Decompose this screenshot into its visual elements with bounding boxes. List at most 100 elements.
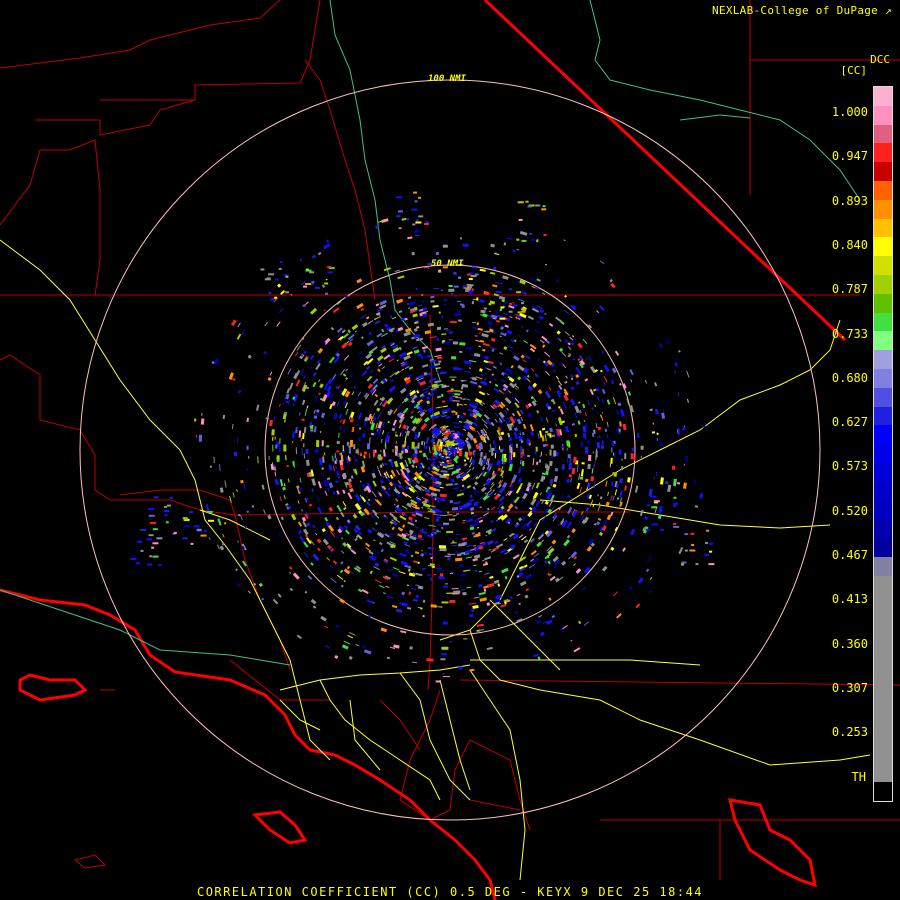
echo-cell — [686, 370, 690, 378]
echo-cell — [611, 481, 614, 486]
echo-cell — [330, 422, 332, 425]
echo-cell — [325, 278, 328, 281]
echo-cell — [312, 372, 317, 377]
echo-cell — [705, 541, 708, 544]
echo-cell — [440, 514, 448, 516]
echo-cell — [200, 418, 205, 425]
echo-cell — [339, 569, 344, 574]
echo-cell — [269, 371, 273, 376]
echo-cell — [380, 347, 387, 354]
echo-cell — [421, 530, 428, 534]
echo-cell — [459, 489, 463, 492]
echo-cell — [463, 428, 467, 432]
echo-cell — [575, 568, 582, 574]
echo-cell — [681, 561, 687, 564]
echo-cell — [342, 489, 346, 494]
echo-cell — [410, 410, 415, 415]
echo-cell — [585, 446, 589, 454]
echo-cell — [500, 371, 506, 376]
echo-cell — [476, 322, 480, 326]
echo-cell — [499, 352, 504, 355]
echo-cell — [312, 553, 320, 561]
echo-cell — [537, 389, 543, 395]
echo-cell — [651, 431, 656, 434]
echo-cell — [150, 521, 156, 524]
echo-cell — [574, 412, 578, 419]
echo-cell — [656, 437, 658, 441]
credit-link[interactable]: NEXLAB-College of DuPage ↗ — [712, 4, 892, 17]
color-scale-swatch — [874, 256, 892, 275]
echo-cell — [348, 655, 353, 660]
echo-cell — [423, 441, 426, 446]
echo-cell — [208, 519, 214, 522]
echo-cell — [421, 506, 424, 509]
echo-cell — [516, 291, 522, 294]
echo-cell — [261, 597, 265, 601]
echo-cell — [336, 441, 340, 445]
echo-cell — [461, 484, 465, 488]
echo-cell — [279, 496, 282, 502]
echo-cell — [587, 463, 591, 470]
echo-cell — [353, 456, 356, 459]
echo-cell — [468, 602, 476, 605]
echo-cell — [336, 490, 340, 495]
echo-cell — [571, 528, 576, 534]
echo-cell — [343, 580, 346, 583]
echo-cell — [193, 525, 200, 528]
echo-cell — [451, 292, 454, 295]
echo-cell — [361, 370, 368, 377]
echo-cell — [278, 532, 281, 537]
color-scale-swatch — [874, 613, 892, 633]
echo-cell — [286, 388, 291, 394]
echo-cell — [335, 480, 339, 483]
echo-cell — [526, 329, 529, 333]
echo-cell — [665, 480, 669, 485]
echo-cell — [327, 378, 333, 385]
echo-cell — [318, 457, 323, 466]
echo-cell — [426, 400, 431, 405]
echo-cell — [517, 298, 525, 303]
echo-cell — [455, 550, 458, 554]
echo-cell — [662, 409, 665, 412]
echo-cell — [499, 390, 503, 393]
echo-cell — [599, 435, 601, 439]
echo-cell — [495, 319, 501, 323]
echo-cell — [579, 476, 584, 480]
echo-cell — [585, 507, 590, 512]
echo-cell — [498, 445, 501, 450]
echo-cell — [607, 434, 609, 438]
echo-cell — [468, 451, 473, 456]
echo-cell — [604, 428, 608, 433]
island-outlines — [73, 689, 115, 869]
echo-cell — [447, 514, 453, 516]
echo-cell — [381, 366, 386, 370]
echo-cell — [420, 550, 424, 552]
echo-cell — [563, 309, 569, 315]
echo-cell — [373, 399, 379, 406]
echo-cell — [453, 426, 459, 429]
echo-cell — [300, 438, 302, 442]
echo-cell — [282, 397, 286, 405]
echo-cell — [444, 298, 447, 301]
echo-cell — [493, 579, 500, 585]
echo-cell — [272, 436, 274, 441]
color-scale-swatch — [874, 87, 892, 106]
echo-cell — [446, 447, 449, 451]
color-scale-swatch — [874, 406, 892, 426]
echo-cell — [369, 437, 371, 445]
echo-cell — [653, 500, 660, 503]
echo-cell — [311, 478, 317, 486]
echo-cell — [485, 418, 492, 426]
echo-cell — [518, 467, 522, 474]
echo-cell — [240, 515, 243, 521]
echo-cell — [462, 412, 467, 416]
echo-cell — [681, 563, 684, 566]
echo-cell — [534, 329, 541, 334]
echo-cell — [451, 571, 454, 574]
echo-cell — [304, 408, 308, 416]
echo-cell — [687, 398, 689, 403]
echo-cell — [583, 566, 591, 574]
echo-cell — [473, 352, 481, 358]
echo-cell — [479, 597, 488, 602]
echo-cell — [285, 275, 289, 278]
